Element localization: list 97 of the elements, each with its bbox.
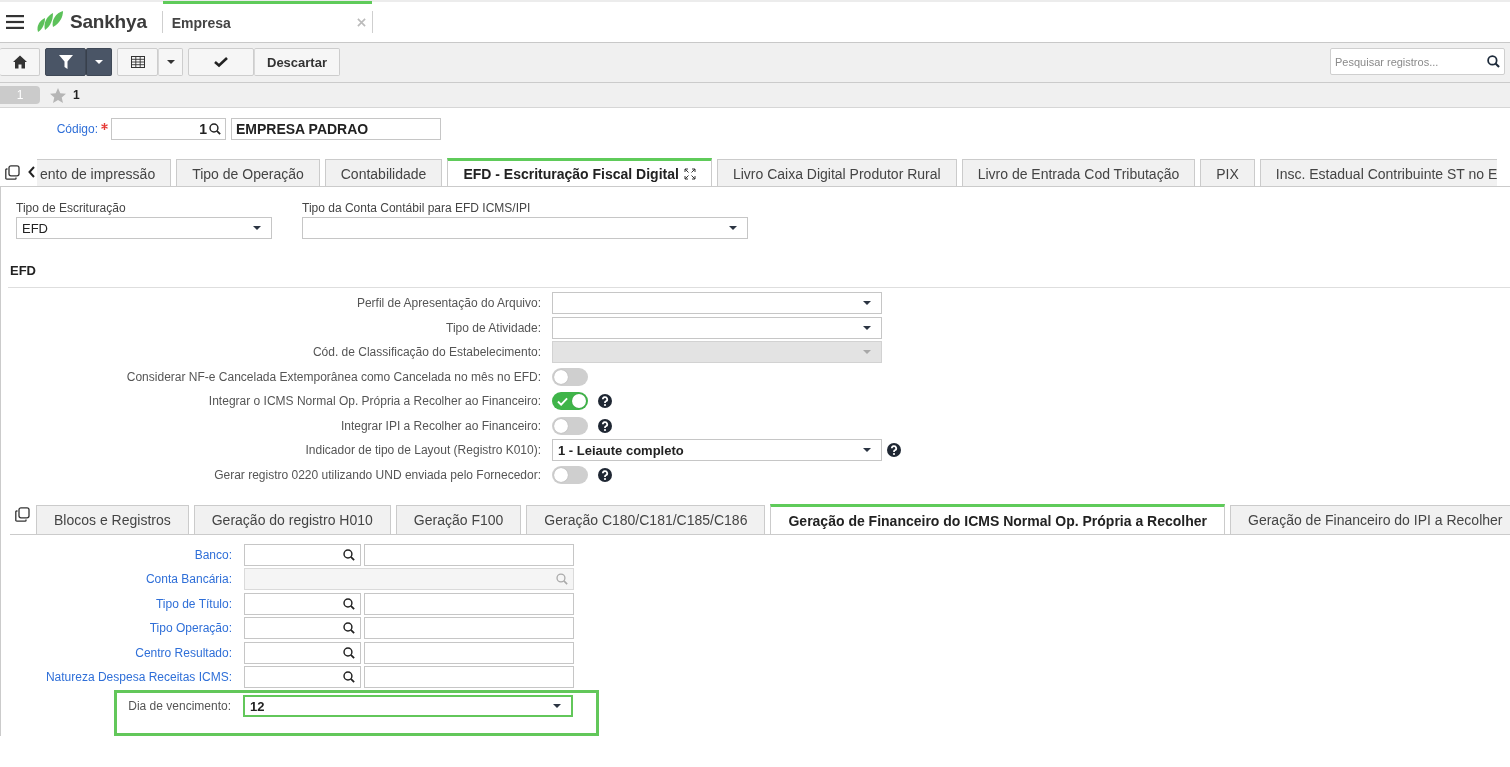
- select-field[interactable]: 12: [243, 695, 573, 718]
- field-label: Código:: [55, 122, 98, 136]
- code-field[interactable]: [244, 617, 361, 640]
- caret-icon: [166, 60, 175, 64]
- toggle-switch[interactable]: [552, 465, 588, 484]
- select-field[interactable]: [302, 217, 748, 239]
- search-icon[interactable]: [209, 123, 221, 135]
- star-icon[interactable]: [50, 87, 66, 103]
- code-field[interactable]: [244, 666, 361, 689]
- field-label: Integrar o ICMS Normal Op. Própria a Recolher ao Financeiro:: [207, 394, 541, 408]
- grid-view-button[interactable]: [117, 48, 158, 76]
- help-icon[interactable]: [598, 467, 612, 482]
- description-field[interactable]: [364, 641, 574, 664]
- field-label[interactable]: Banco:: [1, 547, 232, 562]
- tab[interactable]: Geração do registro H010: [193, 504, 391, 534]
- description-field[interactable]: [364, 592, 574, 615]
- toggle-switch[interactable]: [552, 416, 588, 435]
- select-field[interactable]: EFD: [16, 217, 272, 239]
- logo-icon: [36, 10, 64, 34]
- search-icon[interactable]: [1487, 55, 1500, 68]
- search-icon[interactable]: [343, 548, 355, 561]
- description-field[interactable]: [364, 543, 574, 566]
- search-icon[interactable]: [343, 597, 355, 610]
- filter-menu-button[interactable]: [86, 48, 112, 76]
- check-icon: [557, 396, 568, 406]
- tab[interactable]: Livro de Entrada Cod Tributação: [961, 159, 1196, 186]
- caret-icon: [553, 704, 561, 709]
- toggle-switch[interactable]: [552, 392, 588, 410]
- tab[interactable]: Geração de Financeiro do IPI a Recolher: [1230, 504, 1510, 534]
- chevron-left-icon[interactable]: [28, 166, 35, 178]
- select-field[interactable]: [552, 316, 882, 339]
- caret-icon: [863, 325, 871, 330]
- field-label: Cód. de Classificação do Estabelecimento:: [311, 345, 541, 359]
- search-icon[interactable]: [343, 646, 355, 659]
- search-icon: [556, 573, 568, 586]
- code-field[interactable]: [244, 543, 361, 566]
- grid-icon: [130, 55, 145, 69]
- tab[interactable]: Tipo de Operação: [176, 159, 320, 186]
- field-label: Indicador de tipo de Layout (Registro K010):: [304, 443, 541, 457]
- field-label: Perfil de Apresentação do Arquivo:: [355, 296, 541, 310]
- description-field[interactable]: [364, 617, 574, 640]
- help-icon[interactable]: [887, 443, 901, 457]
- tab[interactable]: EFD - Escrituração Fiscal Digital: [447, 158, 712, 186]
- home-button[interactable]: [0, 48, 40, 76]
- select-field[interactable]: 1 - Leiaute completo: [552, 439, 882, 461]
- tab[interactable]: Insc. Estadual Contribuinte ST no E: [1259, 159, 1498, 186]
- filter-button[interactable]: [45, 48, 86, 76]
- field-label[interactable]: Tipo de Título:: [1, 596, 232, 611]
- tab[interactable]: ento de impressão: [37, 159, 172, 186]
- search-field[interactable]: Pesquisar registros...: [1330, 48, 1505, 75]
- field-label: Considerar NF-e Cancelada Extemporânea como Cancelada no mês no EFD:: [125, 369, 541, 384]
- copy-icon[interactable]: [5, 164, 20, 180]
- section-title: EFD: [8, 263, 1510, 288]
- caret-icon: [95, 60, 103, 64]
- field-label: Tipo de Atividade:: [445, 320, 541, 335]
- home-icon: [12, 55, 27, 69]
- tab[interactable]: Geração F100: [395, 504, 522, 534]
- field-label: Gerar registro 0220 utilizando UND enviada pelo Fornecedor:: [213, 467, 541, 482]
- field-label[interactable]: Centro Resultado:: [1, 645, 232, 660]
- copy-icon[interactable]: [15, 507, 30, 522]
- filter-icon: [58, 55, 73, 69]
- search-icon[interactable]: [343, 671, 355, 684]
- caret-icon: [863, 350, 871, 354]
- tab[interactable]: Blocos e Registros: [36, 504, 189, 534]
- field-label[interactable]: Tipo Operação:: [1, 621, 232, 636]
- field-label: Integrar IPI a Recolher ao Financeiro:: [339, 418, 541, 433]
- field-label[interactable]: Natureza Despesa Receitas ICMS:: [1, 670, 232, 685]
- menu-icon[interactable]: [6, 15, 24, 29]
- brand-name: Sankhya: [70, 11, 147, 33]
- field-label: Dia de vencimento:: [127, 699, 231, 714]
- record-count: 1: [73, 88, 80, 102]
- code-field[interactable]: 1: [111, 118, 226, 140]
- help-icon[interactable]: [598, 394, 612, 408]
- tab[interactable]: Contabilidade: [324, 159, 443, 186]
- caret-icon: [729, 226, 737, 230]
- select-field[interactable]: [552, 292, 882, 314]
- expand-icon[interactable]: [683, 168, 696, 180]
- caret-icon: [863, 448, 871, 452]
- help-icon[interactable]: [598, 418, 612, 433]
- discard-button[interactable]: Descartar: [254, 48, 340, 76]
- grid-menu-button[interactable]: [158, 48, 183, 76]
- check-icon: [214, 55, 228, 69]
- code-field[interactable]: [244, 641, 361, 664]
- tab[interactable]: PIX: [1200, 159, 1255, 186]
- caret-icon: [253, 226, 261, 230]
- tab[interactable]: Geração de Financeiro do ICMS Normal Op. Própria a Recolher: [770, 503, 1225, 534]
- description-field[interactable]: [364, 666, 574, 689]
- field-label: Tipo de Escrituração: [16, 201, 127, 215]
- field-label: Tipo da Conta Contábil para EFD ICMS/IPI: [302, 201, 532, 215]
- confirm-button[interactable]: [188, 48, 254, 76]
- name-field[interactable]: EMPRESA PADRAO: [231, 118, 441, 140]
- code-field[interactable]: [244, 592, 361, 615]
- toggle-switch[interactable]: [552, 367, 588, 386]
- tab[interactable]: Livro Caixa Digital Produtor Rural: [716, 159, 957, 186]
- search-icon[interactable]: [343, 622, 355, 635]
- caret-icon: [863, 301, 871, 305]
- tab[interactable]: Geração C180/C181/C185/C186: [526, 504, 766, 534]
